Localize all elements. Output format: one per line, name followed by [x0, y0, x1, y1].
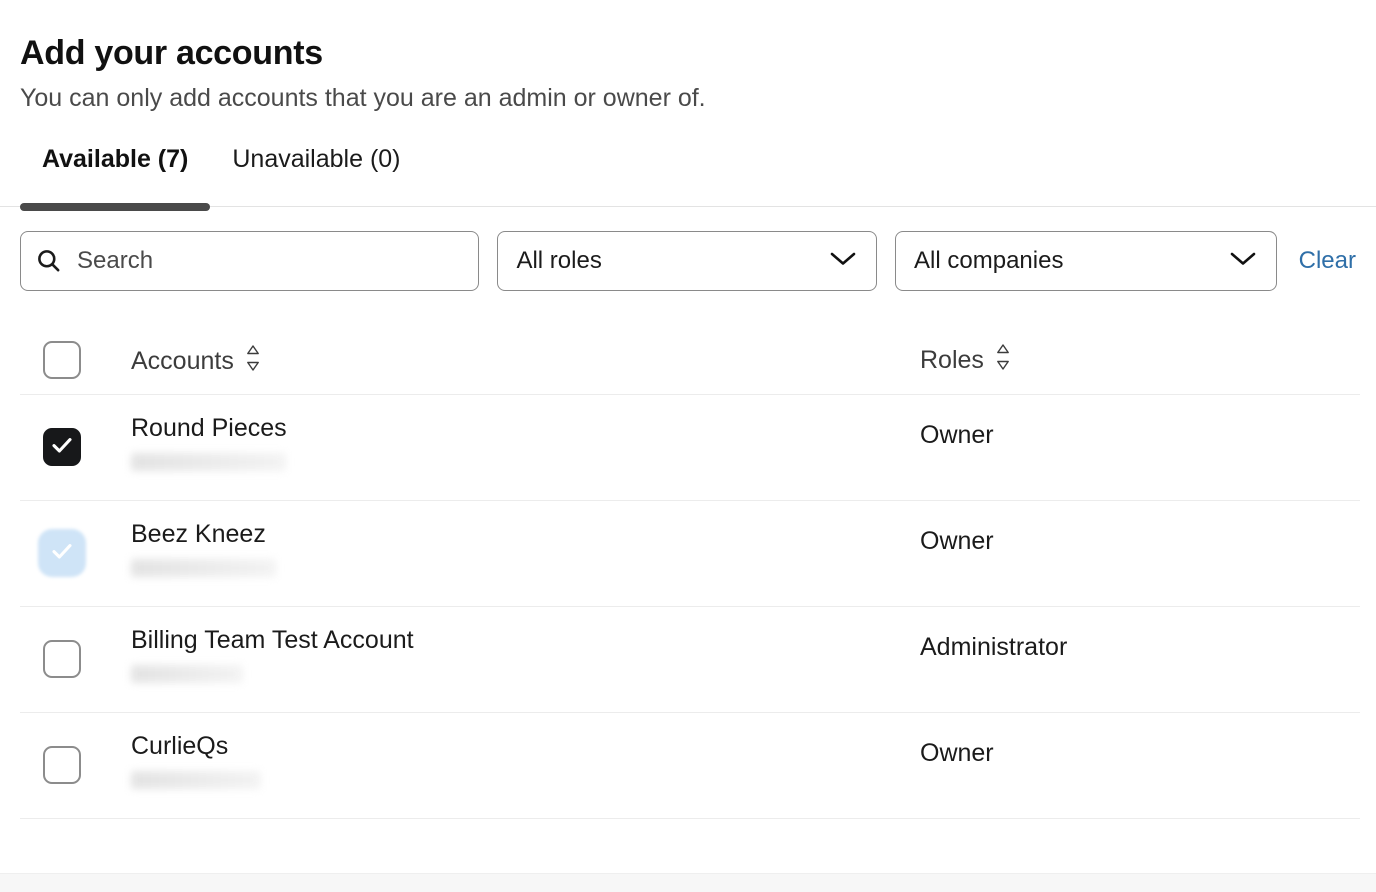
search-input[interactable] [75, 246, 464, 276]
filter-bar: All roles All companies Clear [0, 207, 1376, 291]
accounts-column-header: Accounts [131, 327, 920, 394]
roles-select-value: All roles [516, 247, 601, 275]
sort-roles-button[interactable]: Roles [920, 342, 1011, 379]
account-cell: Beez Kneez [131, 501, 920, 606]
account-cell: CurlieQs [131, 713, 920, 818]
table-row[interactable]: CurlieQsOwner [20, 713, 1360, 819]
tab-bar: Available (7) Unavailable (0) [0, 142, 1376, 207]
page-title: Add your accounts [20, 34, 1356, 73]
page-header: Add your accounts You can only add accou… [0, 0, 1376, 115]
accounts-column-label: Accounts [131, 347, 234, 376]
account-cell: Round Pieces [131, 395, 920, 500]
add-accounts-page: Add your accounts You can only add accou… [0, 0, 1376, 892]
table-row[interactable]: Beez KneezOwner [20, 501, 1360, 607]
role-value: Owner [920, 421, 994, 450]
row-checkbox-cell [20, 713, 131, 818]
sort-arrows-icon [245, 343, 261, 380]
tab-unavailable[interactable]: Unavailable (0) [210, 142, 422, 174]
row-checkbox-cell [20, 501, 131, 606]
check-icon [50, 539, 74, 568]
sort-accounts-button[interactable]: Accounts [131, 343, 920, 380]
row-checkbox-unchecked[interactable] [43, 640, 81, 678]
select-all-checkbox[interactable] [43, 341, 81, 379]
row-checkbox-cell [20, 395, 131, 500]
row-checkbox-unchecked[interactable] [43, 746, 81, 784]
roles-column-header: Roles [920, 327, 1360, 394]
table-header-row: Accounts Roles [20, 327, 1360, 395]
companies-select[interactable]: All companies [895, 231, 1277, 291]
clear-filters-link[interactable]: Clear [1299, 247, 1356, 275]
page-subtitle: You can only add accounts that you are a… [20, 82, 1356, 115]
account-name: Billing Team Test Account [131, 627, 920, 655]
account-subtitle-redacted [131, 559, 276, 577]
account-cell: Billing Team Test Account [131, 607, 920, 712]
role-cell: Owner [920, 713, 1360, 818]
row-checkbox-cell [20, 607, 131, 712]
role-cell: Owner [920, 501, 1360, 606]
role-value: Owner [920, 739, 994, 768]
row-checkbox-checked[interactable] [43, 428, 81, 466]
select-all-cell [20, 327, 131, 394]
roles-column-label: Roles [920, 346, 984, 375]
account-name: Round Pieces [131, 415, 920, 443]
account-name: Beez Kneez [131, 521, 920, 549]
chevron-down-icon [828, 248, 858, 273]
account-subtitle-redacted [131, 453, 286, 471]
companies-select-value: All companies [914, 247, 1063, 275]
role-cell: Administrator [920, 607, 1360, 712]
table-row[interactable]: Round PiecesOwner [20, 395, 1360, 501]
account-subtitle-redacted [131, 665, 243, 683]
roles-select[interactable]: All roles [497, 231, 877, 291]
row-checkbox-checked[interactable] [43, 534, 81, 572]
role-value: Owner [920, 527, 994, 556]
table-body: Round PiecesOwnerBeez KneezOwnerBilling … [20, 395, 1360, 819]
role-cell: Owner [920, 395, 1360, 500]
role-value: Administrator [920, 633, 1067, 662]
sort-arrows-icon [995, 342, 1011, 379]
tab-available[interactable]: Available (7) [20, 142, 210, 174]
page-bottom-edge [0, 873, 1376, 892]
chevron-down-icon [1228, 248, 1258, 273]
table-row[interactable]: Billing Team Test AccountAdministrator [20, 607, 1360, 713]
account-subtitle-redacted [131, 771, 261, 789]
accounts-table: Accounts Roles [0, 327, 1376, 819]
check-icon [50, 433, 74, 462]
search-icon [35, 247, 62, 274]
account-name: CurlieQs [131, 733, 920, 761]
search-field[interactable] [20, 231, 479, 291]
